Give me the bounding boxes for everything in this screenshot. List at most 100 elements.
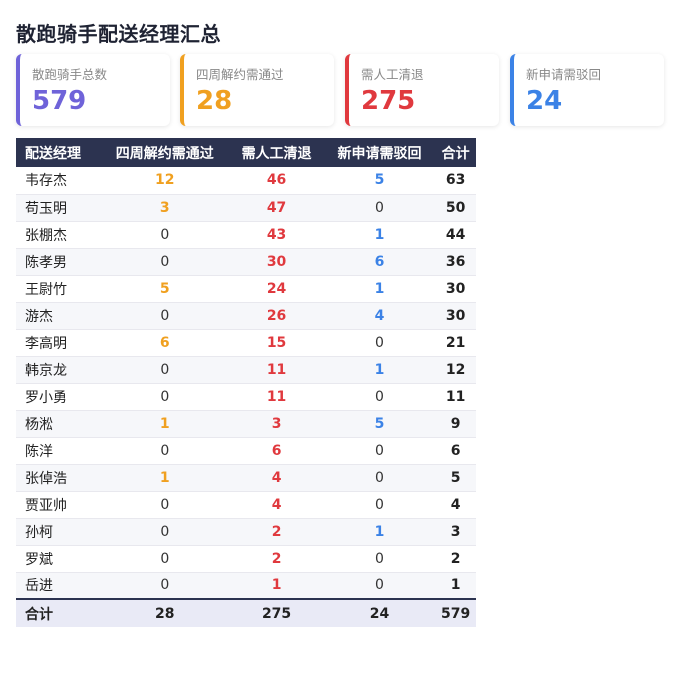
- cell-manual-clear: 46: [229, 167, 324, 195]
- cell-manager: 韦存杰: [16, 167, 100, 195]
- cell-manual-clear: 11: [229, 383, 324, 411]
- cell-four-week: 0: [100, 545, 230, 573]
- table-row: 张倬浩 1 4 0 5: [16, 464, 476, 492]
- cell-new-reject: 5: [323, 167, 436, 195]
- cell-new-reject: 5: [323, 410, 436, 438]
- cell-new-reject: 0: [323, 383, 436, 411]
- page-title: 散跑骑手配送经理汇总: [16, 22, 221, 46]
- cell-total: 6: [435, 437, 476, 465]
- cell-total: 9: [435, 410, 476, 438]
- table-row: 张棚杰 0 43 1 44: [16, 221, 476, 249]
- table-header-row: 配送经理 四周解约需通过 需人工清退 新申请需驳回 合计: [16, 138, 476, 167]
- cell-manager: 岳进: [16, 572, 100, 600]
- footer-four-week: 28: [100, 598, 230, 627]
- cell-manual-clear: 2: [229, 545, 324, 573]
- cell-manager: 贾亚帅: [16, 491, 100, 519]
- cell-manager: 罗斌: [16, 545, 100, 573]
- cell-manual-clear: 47: [229, 194, 324, 222]
- header-four-week: 四周解约需通过: [100, 138, 230, 167]
- table-row: 游杰 0 26 4 30: [16, 302, 476, 330]
- manager-summary-table: 配送经理 四周解约需通过 需人工清退 新申请需驳回 合计 韦存杰 12 46 5 63 苟…: [16, 138, 476, 627]
- cell-manager: 杨淞: [16, 410, 100, 438]
- cell-manager: 王尉竹: [16, 275, 100, 303]
- table-row: 韦存杰 12 46 5 63: [16, 167, 476, 195]
- table-row: 罗小勇 0 11 0 11: [16, 383, 476, 411]
- cell-total: 11: [435, 383, 476, 411]
- cell-new-reject: 4: [323, 302, 436, 330]
- cell-new-reject: 6: [323, 248, 436, 276]
- cell-new-reject: 0: [323, 194, 436, 222]
- cell-new-reject: 0: [323, 491, 436, 519]
- cell-manual-clear: 15: [229, 329, 324, 357]
- cell-new-reject: 0: [323, 545, 436, 573]
- cell-manual-clear: 4: [229, 491, 324, 519]
- table-row: 王尉竹 5 24 1 30: [16, 275, 476, 303]
- table-row: 韩京龙 0 11 1 12: [16, 356, 476, 384]
- cell-manual-clear: 2: [229, 518, 324, 546]
- cell-new-reject: 0: [323, 572, 436, 600]
- header-manager: 配送经理: [16, 138, 100, 167]
- cell-four-week: 0: [100, 302, 230, 330]
- cell-manual-clear: 6: [229, 437, 324, 465]
- card-label: 需人工清退: [361, 67, 424, 82]
- table-row: 杨淞 1 3 5 9: [16, 410, 476, 438]
- cell-four-week: 0: [100, 572, 230, 600]
- header-total: 合计: [435, 138, 476, 167]
- cell-total: 21: [435, 329, 476, 357]
- cell-new-reject: 0: [323, 437, 436, 465]
- cell-total: 3: [435, 518, 476, 546]
- cell-new-reject: 1: [323, 275, 436, 303]
- cell-total: 12: [435, 356, 476, 384]
- cell-four-week: 12: [100, 167, 230, 195]
- footer-new-reject: 24: [323, 598, 436, 627]
- table-row: 孙柯 0 2 1 3: [16, 518, 476, 546]
- cell-manager: 苟玉明: [16, 194, 100, 222]
- cell-four-week: 6: [100, 329, 230, 357]
- cell-manager: 陈孝男: [16, 248, 100, 276]
- table-row: 陈洋 0 6 0 6: [16, 437, 476, 465]
- cell-four-week: 0: [100, 437, 230, 465]
- header-manual-clear: 需人工清退: [229, 138, 324, 167]
- cell-manager: 游杰: [16, 302, 100, 330]
- table-row: 陈孝男 0 30 6 36: [16, 248, 476, 276]
- cell-four-week: 0: [100, 356, 230, 384]
- cell-total: 4: [435, 491, 476, 519]
- cell-total: 1: [435, 572, 476, 600]
- cell-manager: 罗小勇: [16, 383, 100, 411]
- cell-manager: 李高明: [16, 329, 100, 357]
- card-total-riders: 散跑骑手总数 579: [16, 54, 170, 126]
- table-row: 李高明 6 15 0 21: [16, 329, 476, 357]
- footer-label: 合计: [16, 598, 100, 627]
- cell-total: 36: [435, 248, 476, 276]
- cell-manual-clear: 30: [229, 248, 324, 276]
- cell-total: 2: [435, 545, 476, 573]
- cell-total: 5: [435, 464, 476, 492]
- card-value: 24: [526, 86, 563, 116]
- cell-new-reject: 0: [323, 329, 436, 357]
- cell-manager: 张棚杰: [16, 221, 100, 249]
- card-label: 散跑骑手总数: [32, 67, 108, 82]
- card-value: 28: [196, 86, 233, 116]
- cell-four-week: 0: [100, 248, 230, 276]
- cell-four-week: 0: [100, 518, 230, 546]
- cell-manager: 陈洋: [16, 437, 100, 465]
- cell-manual-clear: 11: [229, 356, 324, 384]
- cell-total: 50: [435, 194, 476, 222]
- cell-manual-clear: 3: [229, 410, 324, 438]
- table-row: 罗斌 0 2 0 2: [16, 545, 476, 573]
- cell-total: 44: [435, 221, 476, 249]
- card-label: 四周解约需通过: [196, 67, 284, 82]
- card-four-week-termination: 四周解约需通过 28: [180, 54, 334, 126]
- cell-manual-clear: 43: [229, 221, 324, 249]
- summary-cards: 散跑骑手总数 579 四周解约需通过 28 需人工清退 275 新申请需驳回 2…: [16, 54, 664, 126]
- cell-manual-clear: 1: [229, 572, 324, 600]
- cell-four-week: 1: [100, 410, 230, 438]
- cell-total: 63: [435, 167, 476, 195]
- cell-four-week: 0: [100, 383, 230, 411]
- cell-total: 30: [435, 275, 476, 303]
- cell-manager: 韩京龙: [16, 356, 100, 384]
- footer-manual-clear: 275: [229, 598, 324, 627]
- cell-four-week: 3: [100, 194, 230, 222]
- header-new-reject: 新申请需驳回: [323, 138, 436, 167]
- table-row: 苟玉明 3 47 0 50: [16, 194, 476, 222]
